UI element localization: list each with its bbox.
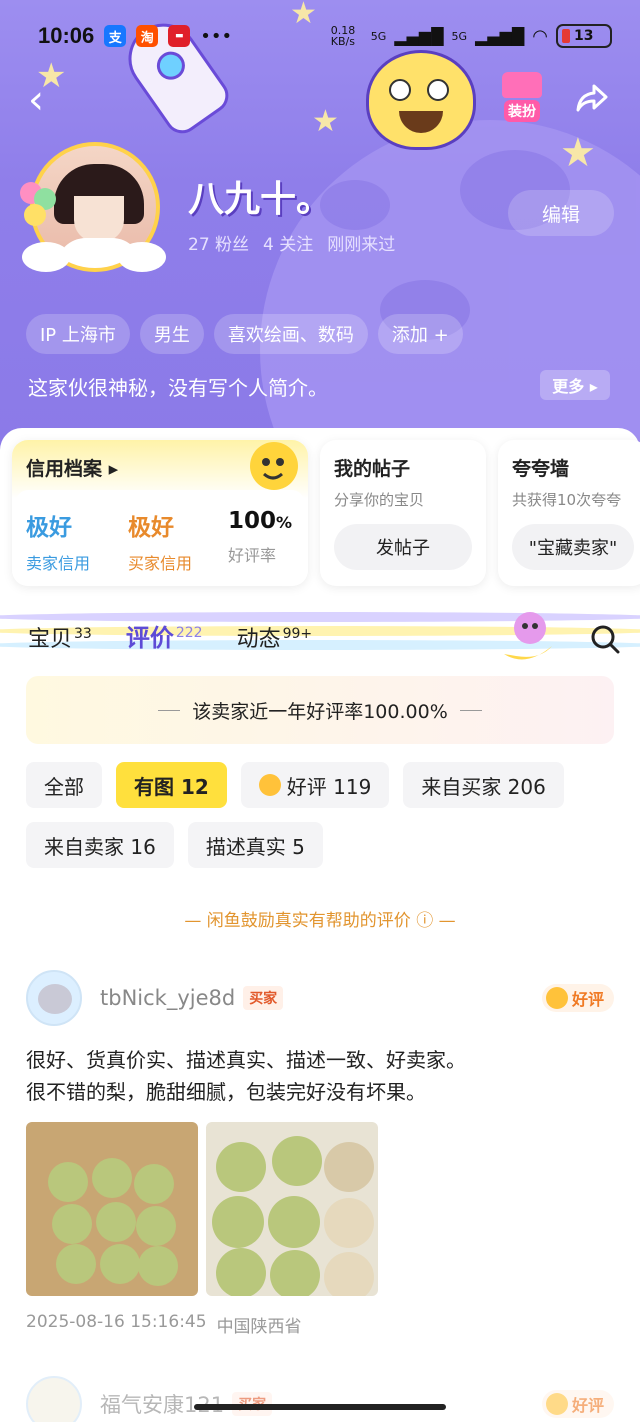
reviewer-avatar[interactable] bbox=[26, 1376, 82, 1422]
filter-from-sellers[interactable]: 来自卖家 16 bbox=[26, 822, 174, 868]
signal-icon: ▂▄▆█ bbox=[475, 26, 525, 46]
profile-stats: 27 粉丝 4 关注 刚刚来过 bbox=[188, 230, 395, 255]
praise-tag-button[interactable]: "宝藏卖家" bbox=[512, 524, 634, 570]
tag-interests[interactable]: 喜欢绘画、数码 bbox=[213, 314, 368, 354]
signal-1-label: 5G bbox=[370, 29, 387, 43]
star-icon: ★ bbox=[560, 130, 596, 176]
review-photo[interactable] bbox=[206, 1122, 378, 1296]
status-time: 10:06 bbox=[38, 23, 95, 48]
tab-activity[interactable]: 动态 99+ bbox=[237, 621, 313, 653]
profile-tabs: 宝贝 33 评价 222 动态 99+ bbox=[28, 618, 312, 653]
my-posts-card[interactable]: 我的帖子 分享你的宝贝 发帖子 bbox=[320, 440, 486, 586]
my-posts-subtitle: 分享你的宝贝 bbox=[334, 491, 425, 509]
last-seen: 刚刚来过 bbox=[327, 235, 396, 255]
reviewer-avatar[interactable] bbox=[26, 970, 82, 1026]
more-button[interactable]: 更多 ▸ bbox=[540, 370, 610, 400]
review-item: tbNick_yje8d 买家 好评 很好、货真价实、描述真实、描述一致、好卖家… bbox=[26, 970, 614, 1337]
wings-decoration bbox=[22, 242, 172, 280]
seller-credit-value: 极好 bbox=[26, 515, 72, 541]
review-rating-badge: 好评 bbox=[541, 984, 614, 1012]
smile-icon bbox=[545, 1393, 568, 1415]
buyer-credit-value: 极好 bbox=[128, 515, 174, 541]
home-indicator[interactable] bbox=[194, 1404, 446, 1410]
credit-title: 信用档案 ▸ bbox=[26, 458, 119, 480]
app-red-icon: ▬ bbox=[168, 25, 191, 47]
star-icon: ★ bbox=[312, 104, 339, 139]
tab-reviews[interactable]: 评价 222 bbox=[126, 618, 203, 653]
praise-wall-subtitle: 共获得10次夸夸 bbox=[512, 491, 622, 509]
avatar[interactable] bbox=[20, 142, 166, 276]
create-post-button[interactable]: 发帖子 bbox=[334, 524, 472, 570]
filter-with-images[interactable]: 有图 12 bbox=[116, 762, 227, 808]
filter-accurate-description[interactable]: 描述真实 5 bbox=[187, 822, 323, 868]
filter-from-buyers[interactable]: 来自买家 206 bbox=[403, 762, 564, 808]
shirt-icon bbox=[502, 72, 542, 98]
buyer-credit-label: 买家信用 bbox=[128, 554, 193, 573]
balloons-decoration bbox=[20, 182, 60, 242]
review-item-next: 福气安康121 买家 好评 bbox=[26, 1376, 614, 1422]
my-posts-title: 我的帖子 bbox=[334, 458, 411, 480]
smile-icon bbox=[258, 774, 281, 796]
review-photos bbox=[26, 1122, 614, 1296]
octopus-mascot-icon bbox=[504, 612, 552, 660]
fans-count[interactable]: 27 粉丝 bbox=[188, 230, 249, 255]
tag-gender[interactable]: 男生 bbox=[139, 314, 204, 354]
good-rate-banner: 该卖家近一年好评率100.00% bbox=[26, 676, 614, 744]
seller-credit-label: 卖家信用 bbox=[26, 554, 91, 573]
praise-wall-title: 夸夸墙 bbox=[512, 458, 570, 480]
battery-level: 13 bbox=[574, 28, 594, 44]
tab-items[interactable]: 宝贝 33 bbox=[28, 621, 92, 653]
edit-profile-button[interactable]: 编辑 bbox=[508, 190, 614, 236]
dress-up-button[interactable]: 装扮 bbox=[497, 72, 547, 122]
mascot-sun-icon bbox=[250, 442, 298, 490]
review-text: 很好、货真价实、描述真实、描述一致、好卖家。 很不错的梨，脆甜细腻，包装完好没有… bbox=[26, 1048, 466, 1104]
reviewer-name[interactable]: tbNick_yje8d bbox=[100, 986, 235, 1010]
profile-cards: 信用档案 ▸ 极好 卖家信用 极好 买家信用 100% 好评率 我的帖子 分享你… bbox=[12, 440, 640, 586]
alipay-icon: 支 bbox=[104, 25, 127, 47]
review-meta: 2025-08-16 15:16:45 中国陕西省 bbox=[26, 1312, 614, 1337]
following-count[interactable]: 4 关注 bbox=[263, 230, 313, 255]
taobao-icon: 淘 bbox=[136, 25, 159, 47]
net-speed: 0.18 KB/s bbox=[330, 24, 356, 48]
add-tag-button[interactable]: 添加 + bbox=[377, 314, 463, 354]
profile-tags: IP 上海市 男生 喜欢绘画、数码 添加 + bbox=[26, 314, 463, 354]
smile-icon bbox=[545, 987, 568, 1009]
credit-card[interactable]: 信用档案 ▸ 极好 卖家信用 极好 买家信用 100% 好评率 bbox=[12, 440, 308, 586]
good-rate-banner-text: 该卖家近一年好评率100.00% bbox=[192, 700, 448, 723]
tag-location[interactable]: IP 上海市 bbox=[26, 314, 130, 354]
battery-icon: 13 bbox=[556, 24, 612, 48]
share-button[interactable] bbox=[574, 80, 614, 120]
good-rate-value: 100 bbox=[228, 508, 277, 534]
praise-wall-card[interactable]: 夸夸墙 共获得10次夸夸 "宝藏卖家" bbox=[498, 440, 640, 586]
filter-good-reviews[interactable]: 好评 119 bbox=[240, 762, 390, 808]
good-rate-label: 好评率 bbox=[228, 546, 277, 565]
reviewer-role-badge: 买家 bbox=[243, 986, 284, 1010]
signal-2-label: 5G bbox=[451, 29, 468, 43]
review-policy-note[interactable]: — 闲鱼鼓励真实有帮助的评价 ⓘ — bbox=[0, 906, 640, 931]
review-location: 中国陕西省 bbox=[216, 1317, 302, 1337]
signal-icon: ▂▄▆█ bbox=[394, 26, 444, 46]
search-icon[interactable] bbox=[590, 624, 620, 654]
back-button[interactable]: ‹ bbox=[28, 80, 64, 120]
mascot-fish-decoration bbox=[366, 50, 476, 150]
review-date: 2025-08-16 15:16:45 bbox=[26, 1312, 207, 1332]
filter-all[interactable]: 全部 bbox=[26, 762, 102, 808]
username: 八九十。 bbox=[188, 179, 333, 220]
review-rating-badge: 好评 bbox=[541, 1390, 614, 1418]
more-notifications-icon: ••• bbox=[200, 25, 233, 47]
review-photo[interactable] bbox=[26, 1122, 198, 1296]
status-bar: 10:06 支 淘 ▬ ••• 0.18 KB/s 5G ▂▄▆█ 5G ▂▄▆… bbox=[38, 18, 612, 54]
good-rate-unit: % bbox=[276, 513, 293, 532]
wifi-icon: ◠ bbox=[532, 25, 548, 47]
bio-text: 这家伙很神秘，没有写个人简介。 bbox=[28, 376, 328, 400]
dress-up-label: 装扮 bbox=[504, 100, 540, 122]
share-icon bbox=[576, 84, 608, 112]
review-filters: 全部 有图 12 好评 119 来自买家 206 来自卖家 16 描述真实 5 bbox=[26, 762, 626, 868]
